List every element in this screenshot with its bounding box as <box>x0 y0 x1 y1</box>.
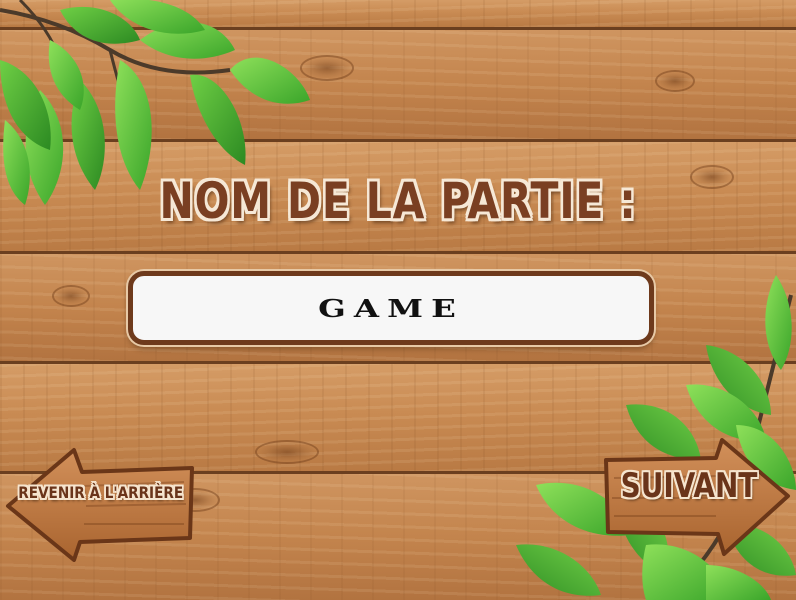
page-title: NOM DE LA PARTIE : <box>159 172 637 230</box>
wood-knot <box>655 70 695 92</box>
game-name-value: GAME <box>318 293 464 323</box>
wood-plank <box>0 0 796 30</box>
next-button[interactable]: SUIVANT <box>604 436 792 558</box>
wood-knot <box>300 55 354 81</box>
game-screen: NOM DE LA PARTIE : GAME REVENIR À L'ARRI… <box>0 0 796 600</box>
back-button-label: REVENIR À L'ARRIÈRE <box>18 483 184 502</box>
back-button[interactable]: REVENIR À L'ARRIÈRE <box>4 446 196 562</box>
wood-knot <box>52 285 90 307</box>
wooden-arrow-left-icon <box>6 448 194 562</box>
next-button-label: SUIVANT <box>620 466 758 506</box>
wood-knot <box>255 440 319 464</box>
game-name-field[interactable]: GAME <box>128 271 654 345</box>
